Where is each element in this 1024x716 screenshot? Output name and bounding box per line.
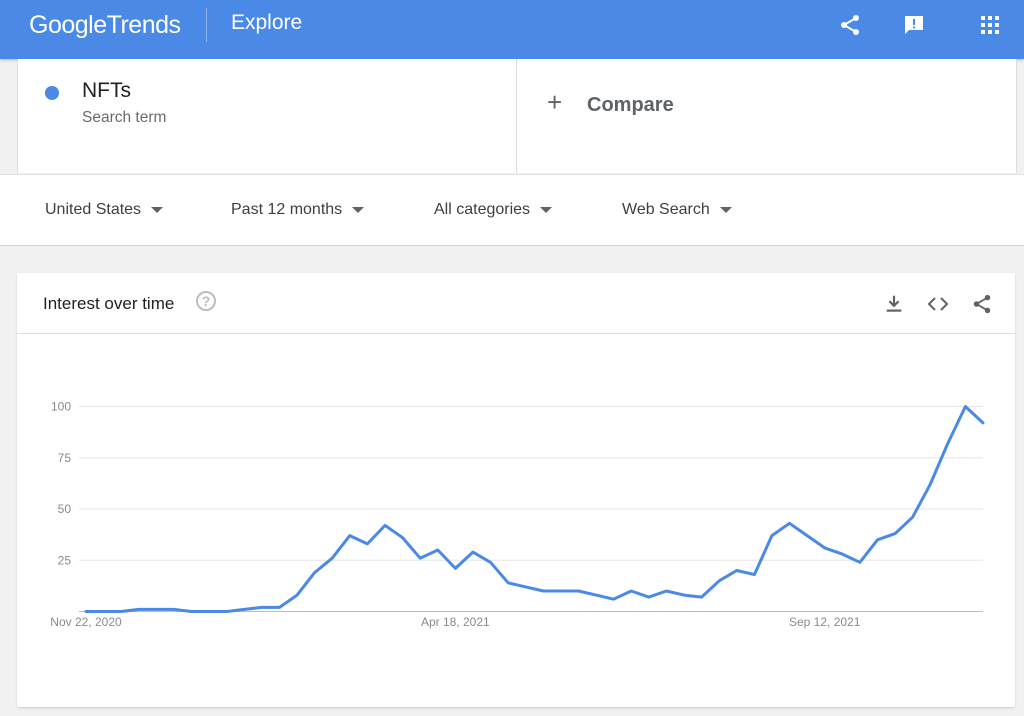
page-title: Explore: [231, 11, 303, 34]
caret-down-icon: [719, 207, 732, 213]
search-terms-panel: NFTs Search term + Compare: [17, 59, 1017, 173]
filter-bar: United States Past 12 months All categor…: [0, 174, 1024, 246]
compare-button[interactable]: + Compare: [517, 59, 1016, 173]
compare-label: Compare: [587, 94, 674, 116]
interest-chart[interactable]: 25 50 75 100 Nov 22, 2020 Apr 18, 2021 Sep 12,…: [17, 273, 1015, 707]
logo-trends-text: Trends: [106, 11, 181, 39]
logo-google-text: Google: [29, 11, 107, 39]
caret-down-icon: [540, 207, 553, 213]
region-dropdown[interactable]: United States: [45, 201, 164, 219]
caret-down-icon: [151, 207, 164, 213]
search-term-name[interactable]: NFTs: [82, 79, 131, 103]
x-tick-label: Nov 22, 2020: [50, 615, 122, 629]
time-range-dropdown[interactable]: Past 12 months: [231, 201, 365, 219]
caret-down-icon: [352, 207, 365, 213]
y-tick-label: 25: [58, 553, 72, 567]
share-icon[interactable]: [837, 12, 863, 38]
search-property-value: Web Search: [622, 201, 710, 218]
plus-icon: +: [547, 87, 563, 117]
time-range-value: Past 12 months: [231, 201, 343, 218]
x-tick-label: Apr 18, 2021: [421, 615, 490, 629]
series-color-dot: [45, 86, 59, 100]
google-trends-logo[interactable]: GoogleTrends: [29, 11, 181, 40]
x-tick-label: Sep 12, 2021: [789, 615, 861, 629]
region-value: United States: [45, 201, 142, 218]
y-tick-label: 75: [58, 451, 72, 465]
y-tick-label: 100: [51, 400, 71, 414]
header-divider: [206, 8, 207, 42]
category-dropdown[interactable]: All categories: [434, 201, 553, 219]
y-tick-label: 50: [58, 502, 72, 516]
apps-grid-icon[interactable]: [977, 12, 1003, 38]
search-property-dropdown[interactable]: Web Search: [622, 201, 732, 219]
interest-over-time-card: Interest over time ? 25 50 75 100 Nov 22, 20…: [17, 273, 1015, 707]
search-term-card[interactable]: NFTs Search term: [18, 59, 517, 173]
category-value: All categories: [434, 201, 531, 218]
top-app-bar: GoogleTrends Explore: [0, 0, 1024, 59]
search-term-subtitle: Search term: [82, 109, 167, 126]
feedback-icon[interactable]: [901, 12, 927, 38]
